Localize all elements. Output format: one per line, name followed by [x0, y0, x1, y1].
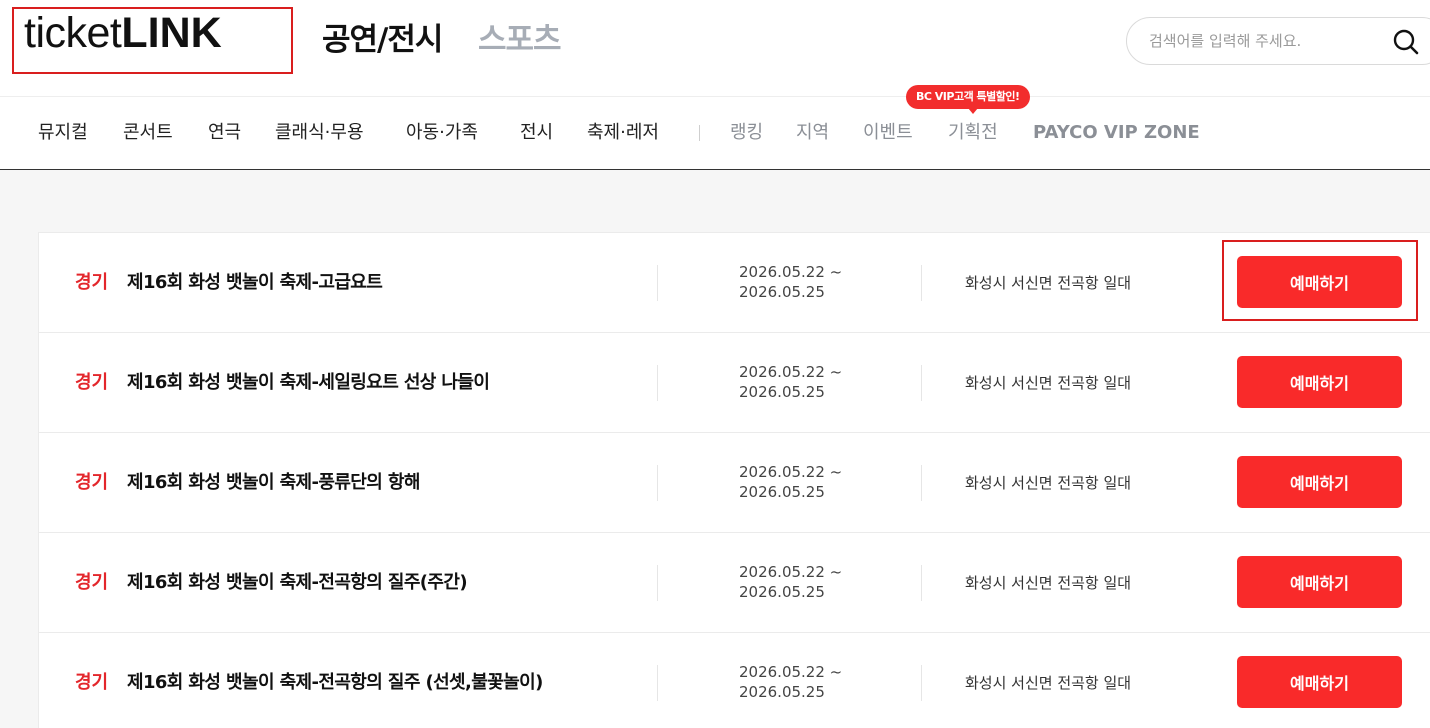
date-end: 2026.05.25: [739, 683, 825, 701]
event-date: 2026.05.22 ~ 2026.05.25: [739, 562, 842, 602]
column-divider: [657, 665, 658, 701]
date-end: 2026.05.25: [739, 283, 825, 301]
list-item: 경기 제16회 화성 뱃놀이 축제-고급요트 2026.05.22 ~2026.…: [39, 233, 1430, 333]
nav-item-region[interactable]: 지역: [796, 121, 829, 145]
region-badge: 경기: [75, 272, 109, 293]
date-end: 2026.05.25: [739, 483, 825, 501]
nav-item-kids-family[interactable]: 아동·가족: [406, 121, 478, 145]
date-start: 2026.05.22 ~: [739, 663, 843, 681]
region-badge: 경기: [75, 672, 109, 693]
search-box: [1126, 17, 1430, 65]
nav-divider: [699, 125, 700, 141]
tab-sports[interactable]: 스포츠: [478, 20, 562, 60]
event-title[interactable]: 제16회 화성 뱃놀이 축제-전곡항의 질주 (선셋,불꽃놀이): [127, 671, 543, 695]
list-item: 경기 제16회 화성 뱃놀이 축제-풍류단의 항해 2026.05.22 ~20…: [39, 433, 1430, 533]
nav-item-ranking[interactable]: 랭킹: [730, 121, 763, 145]
event-place: 화성시 서신면 전곡항 일대: [965, 474, 1132, 492]
event-date: 2026.05.22 ~ 2026.05.25: [739, 362, 842, 402]
book-button[interactable]: 예매하기: [1237, 556, 1402, 608]
column-divider: [657, 365, 658, 401]
content-area: 경기 제16회 화성 뱃놀이 축제-고급요트 2026.05.22 ~2026.…: [0, 170, 1430, 728]
book-button[interactable]: 예매하기: [1237, 256, 1402, 308]
category-nav: 뮤지컬 콘서트 연극 클래식·무용 아동·가족 전시 축제·레저 랭킹 지역 이…: [0, 85, 1430, 170]
logo-text-light: ticket: [24, 9, 122, 57]
nav-item-musical[interactable]: 뮤지컬: [38, 121, 88, 145]
column-divider: [657, 465, 658, 501]
date-start: 2026.05.22 ~: [739, 263, 843, 281]
column-divider: [657, 265, 658, 301]
nav-item-exhibition[interactable]: 전시: [520, 121, 553, 145]
header: ticketLINK 공연/전시 스포츠: [0, 0, 1430, 96]
region-badge: 경기: [75, 372, 109, 393]
tab-performance-exhibition[interactable]: 공연/전시: [322, 20, 443, 60]
region-badge: 경기: [75, 572, 109, 593]
list-item: 경기 제16회 화성 뱃놀이 축제-전곡항의 질주 (선셋,불꽃놀이) 2026…: [39, 633, 1430, 728]
date-end: 2026.05.25: [739, 583, 825, 601]
list-item: 경기 제16회 화성 뱃놀이 축제-전곡항의 질주(주간) 2026.05.22…: [39, 533, 1430, 633]
ticketlink-logo[interactable]: ticketLINK: [24, 12, 222, 55]
book-button[interactable]: 예매하기: [1237, 656, 1402, 708]
logo-text-bold: LINK: [121, 9, 222, 57]
event-place: 화성시 서신면 전곡항 일대: [965, 374, 1132, 392]
nav-item-classic-dance[interactable]: 클래식·무용: [275, 121, 364, 145]
column-divider: [921, 465, 922, 501]
nav-item-concert[interactable]: 콘서트: [123, 121, 173, 145]
event-title[interactable]: 제16회 화성 뱃놀이 축제-고급요트: [127, 271, 383, 295]
event-place: 화성시 서신면 전곡항 일대: [965, 274, 1132, 292]
nav-item-play[interactable]: 연극: [208, 121, 241, 145]
nav-item-special[interactable]: 기획전: [948, 121, 998, 145]
event-date: 2026.05.22 ~ 2026.05.25: [739, 662, 842, 702]
nav-item-event[interactable]: 이벤트: [863, 121, 913, 145]
date-end: 2026.05.25: [739, 383, 825, 401]
bc-vip-badge: BC VIP고객 특별할인!: [906, 85, 1030, 114]
search-input[interactable]: [1149, 29, 1379, 53]
event-title[interactable]: 제16회 화성 뱃놀이 축제-풍류단의 항해: [127, 471, 420, 495]
date-start: 2026.05.22 ~: [739, 463, 843, 481]
event-list: 경기 제16회 화성 뱃놀이 축제-고급요트 2026.05.22 ~2026.…: [38, 232, 1430, 728]
nav-item-festival-leisure[interactable]: 축제·레저: [587, 121, 659, 145]
event-title[interactable]: 제16회 화성 뱃놀이 축제-전곡항의 질주(주간): [127, 571, 468, 595]
event-date: 2026.05.22 ~ 2026.05.25: [739, 262, 842, 302]
column-divider: [921, 665, 922, 701]
event-place: 화성시 서신면 전곡항 일대: [965, 674, 1132, 692]
region-badge: 경기: [75, 472, 109, 493]
date-start: 2026.05.22 ~: [739, 563, 843, 581]
column-divider: [921, 265, 922, 301]
event-title[interactable]: 제16회 화성 뱃놀이 축제-세일링요트 선상 나들이: [127, 371, 490, 395]
nav-item-payco-vip-zone[interactable]: PAYCO VIP ZONE: [1033, 121, 1200, 145]
book-button[interactable]: 예매하기: [1237, 456, 1402, 508]
book-button[interactable]: 예매하기: [1237, 356, 1402, 408]
date-start: 2026.05.22 ~: [739, 363, 843, 381]
event-place: 화성시 서신면 전곡항 일대: [965, 574, 1132, 592]
column-divider: [921, 565, 922, 601]
event-date: 2026.05.22 ~ 2026.05.25: [739, 462, 842, 502]
column-divider: [921, 365, 922, 401]
search-icon[interactable]: [1392, 28, 1420, 56]
column-divider: [657, 565, 658, 601]
list-item: 경기 제16회 화성 뱃놀이 축제-세일링요트 선상 나들이 2026.05.2…: [39, 333, 1430, 433]
